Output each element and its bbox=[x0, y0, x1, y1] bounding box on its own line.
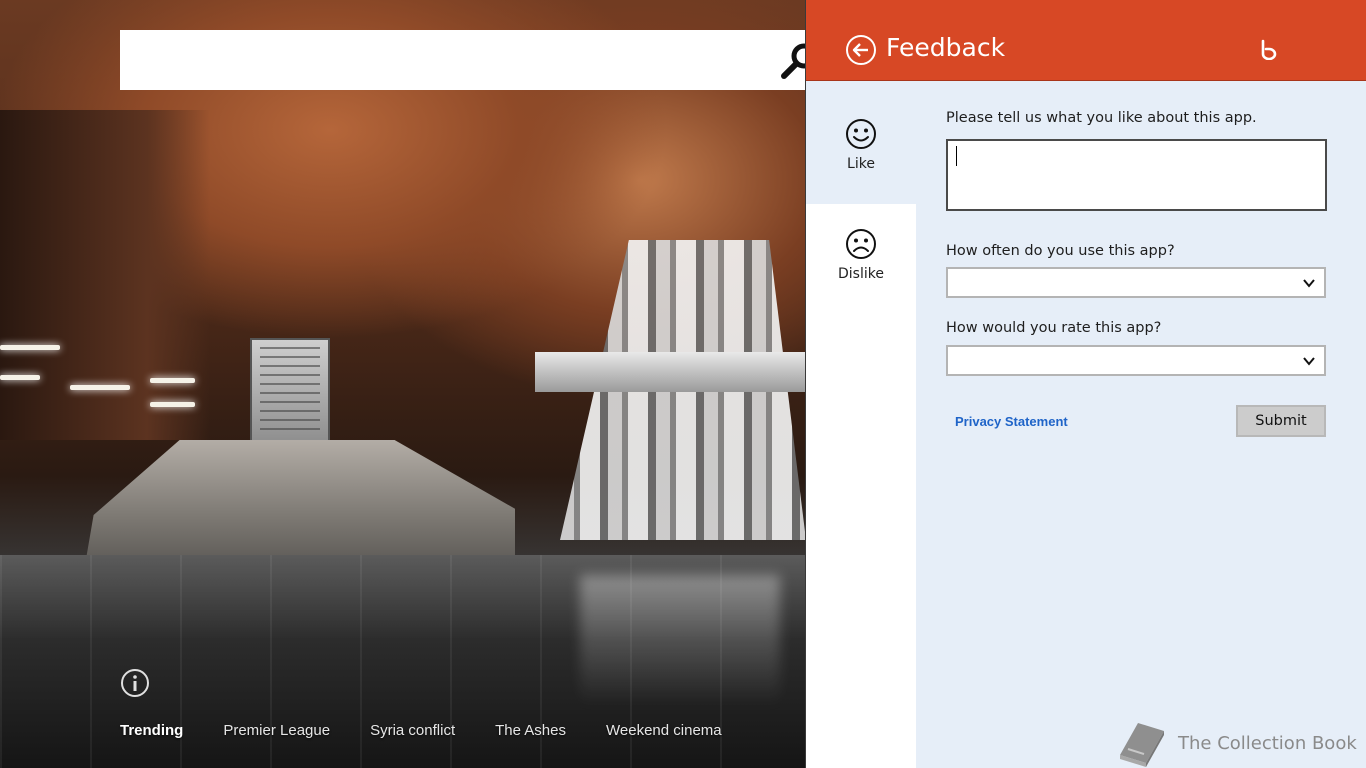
back-arrow-icon[interactable] bbox=[845, 34, 877, 66]
wall-plaque bbox=[250, 338, 330, 446]
text-caret bbox=[956, 146, 957, 166]
smiley-face-icon bbox=[846, 119, 876, 149]
chevron-down-icon bbox=[1303, 357, 1315, 366]
submit-button[interactable]: Submit bbox=[1236, 405, 1326, 437]
trending-item[interactable]: Weekend cinema bbox=[606, 722, 722, 748]
search-input[interactable] bbox=[120, 30, 770, 90]
ceiling-light bbox=[0, 345, 60, 350]
feedback-nav: Like Dislike bbox=[806, 94, 916, 768]
like-tab[interactable]: Like bbox=[806, 94, 916, 204]
chevron-down-icon bbox=[1303, 279, 1315, 288]
escalator-canopy bbox=[535, 352, 806, 392]
stone-base bbox=[85, 440, 515, 565]
rating-select[interactable] bbox=[946, 345, 1326, 376]
search-box bbox=[120, 30, 817, 90]
ceiling-light bbox=[0, 375, 40, 380]
privacy-statement-link[interactable]: Privacy Statement bbox=[955, 414, 1068, 429]
frequency-select[interactable] bbox=[946, 267, 1326, 298]
like-label: Like bbox=[847, 156, 875, 172]
like-prompt-label: Please tell us what you like about this … bbox=[946, 110, 1257, 126]
ceiling-light bbox=[70, 385, 130, 390]
trending-item[interactable]: Syria conflict bbox=[370, 722, 455, 748]
ceiling-light bbox=[150, 402, 195, 407]
floor-reflection bbox=[580, 575, 780, 705]
frequency-label: How often do you use this app? bbox=[946, 243, 1175, 259]
frown-face-icon bbox=[846, 229, 876, 259]
pane-header: Feedback bbox=[806, 0, 1366, 81]
platform-wall bbox=[0, 110, 210, 440]
pane-title: Feedback bbox=[886, 33, 1006, 62]
trending-item[interactable]: Premier League bbox=[223, 722, 330, 748]
dislike-label: Dislike bbox=[838, 266, 884, 282]
book-icon bbox=[1120, 723, 1164, 767]
trending-bar: Trending Premier League Syria conflict T… bbox=[120, 722, 762, 748]
dislike-tab[interactable]: Dislike bbox=[806, 204, 916, 768]
background-image bbox=[0, 0, 806, 768]
watermark-text: The Collection Book bbox=[1178, 732, 1357, 754]
watermark: The Collection Book bbox=[1116, 718, 1357, 768]
rating-label: How would you rate this app? bbox=[946, 320, 1162, 336]
comment-textarea[interactable] bbox=[946, 139, 1327, 211]
trending-label[interactable]: Trending bbox=[120, 722, 183, 748]
feedback-pane: Feedback Like Dislike Please tell us wha… bbox=[806, 0, 1366, 768]
ceiling-light bbox=[150, 378, 195, 383]
info-icon[interactable] bbox=[120, 668, 150, 698]
bing-logo-icon bbox=[1261, 39, 1277, 60]
trending-item[interactable]: The Ashes bbox=[495, 722, 566, 748]
